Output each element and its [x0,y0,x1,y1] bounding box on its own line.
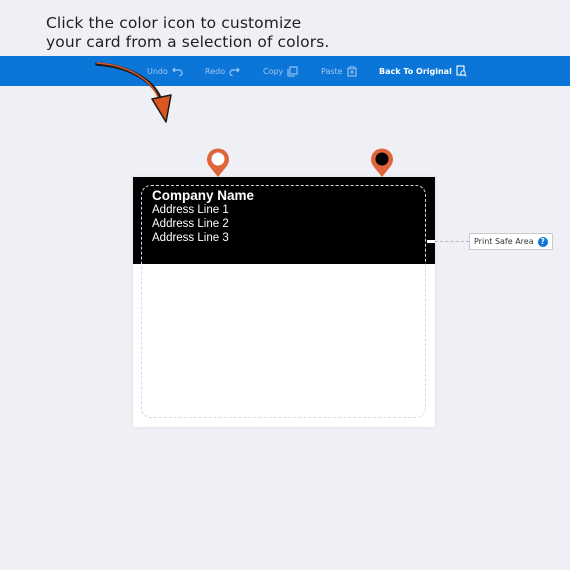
print-safe-area-label: Print Safe Area ? [469,233,553,250]
color-pin-icon[interactable] [369,146,395,178]
color-pin-icon[interactable] [205,146,231,178]
safe-area-leader-line [435,241,469,242]
business-card: Company Name Address Line 1 Address Line… [133,177,435,427]
white-swatch-icon [211,152,225,166]
help-icon[interactable]: ? [537,236,548,247]
safe-area-marker [427,240,435,243]
address-line-2[interactable]: Address Line 2 [152,218,229,230]
print-safe-area-text: Print Safe Area [474,237,534,246]
company-name-text[interactable]: Company Name [152,188,254,203]
black-swatch-icon [375,152,389,166]
address-line-1[interactable]: Address Line 1 [152,204,229,216]
address-line-3[interactable]: Address Line 3 [152,232,229,244]
